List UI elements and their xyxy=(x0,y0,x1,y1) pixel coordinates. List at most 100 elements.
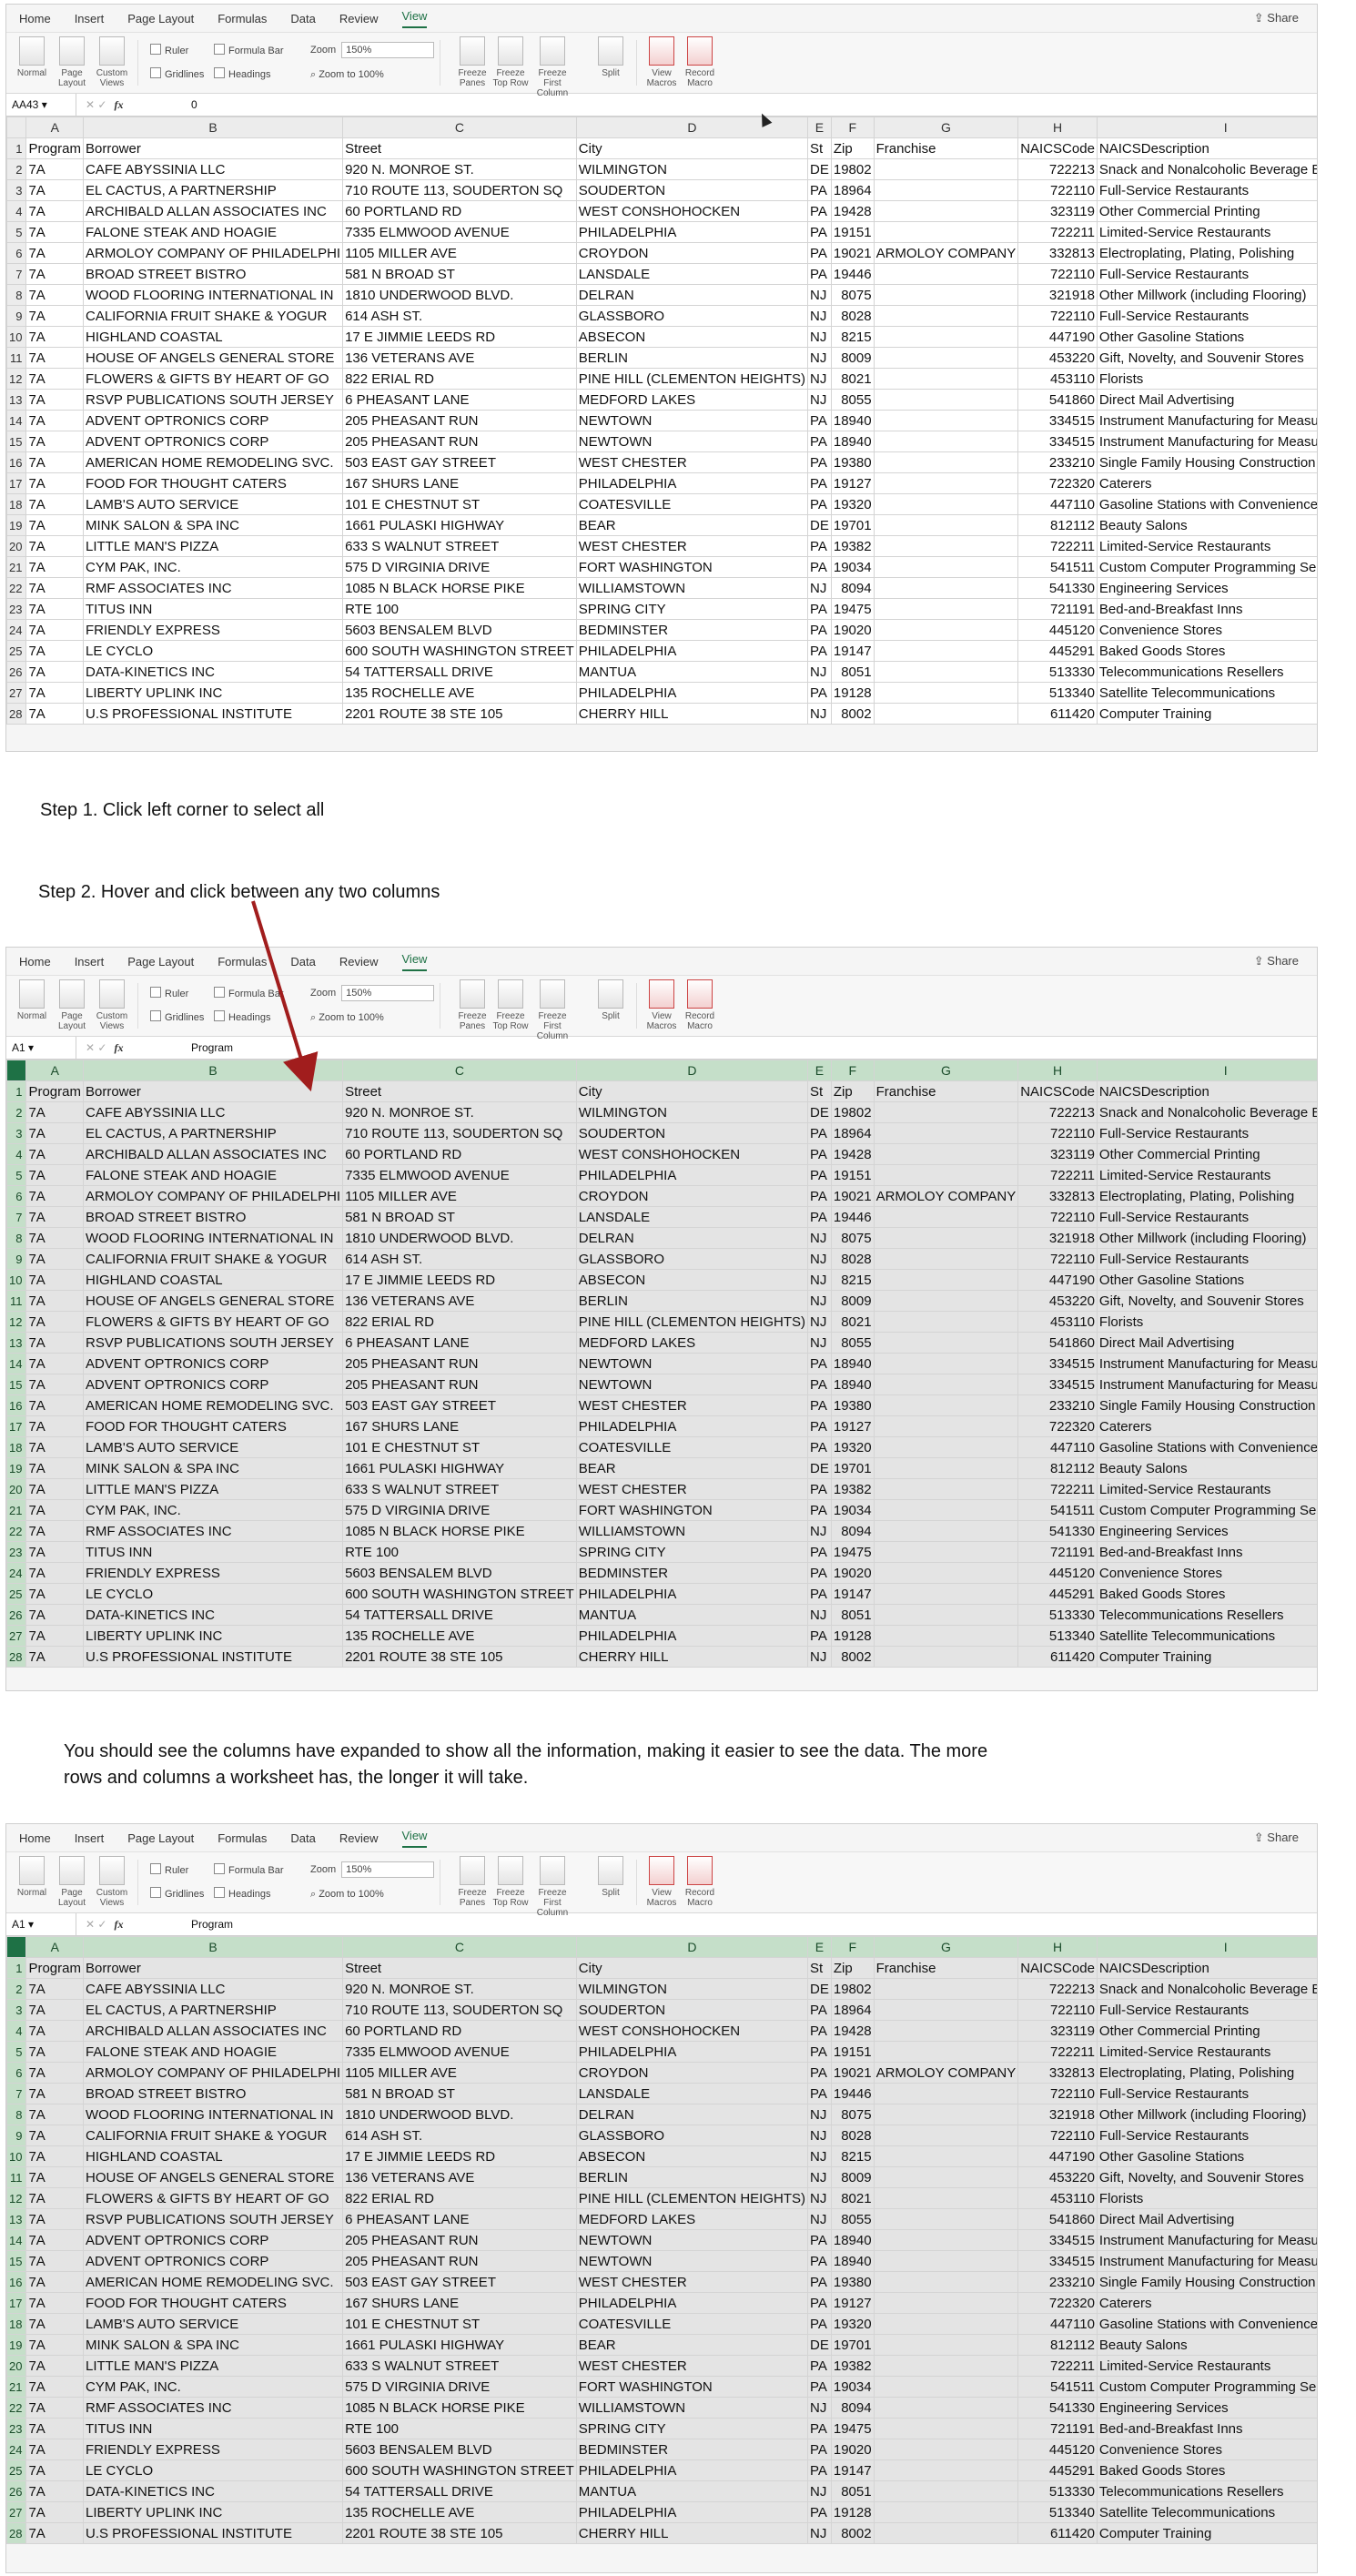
cell[interactable]: 19147 xyxy=(830,2459,875,2481)
cell[interactable]: FRIENDLY EXPRESS xyxy=(82,619,344,641)
cell[interactable]: NEWTOWN xyxy=(575,2250,809,2272)
cell[interactable]: WEST CHESTER xyxy=(575,1478,809,1500)
cell[interactable]: 19128 xyxy=(830,2501,875,2523)
cell[interactable]: Full-Service Restaurants xyxy=(1096,263,1317,285)
cell[interactable]: 513330 xyxy=(1017,2480,1098,2502)
cell[interactable]: FLOWERS & GIFTS BY HEART OF GO xyxy=(82,1311,344,1333)
cell[interactable]: 7A xyxy=(25,347,84,369)
cell[interactable]: CROYDON xyxy=(575,242,809,264)
cell[interactable]: RMF ASSOCIATES INC xyxy=(82,577,344,599)
cell[interactable]: NJ xyxy=(807,2145,832,2167)
cell[interactable]: COATESVILLE xyxy=(575,1436,809,1458)
row-header[interactable]: 10 xyxy=(6,1269,27,1291)
cell[interactable] xyxy=(873,2418,1019,2439)
cell[interactable]: 541330 xyxy=(1017,2397,1098,2419)
cell[interactable]: MANTUA xyxy=(575,661,809,683)
cell[interactable]: 8021 xyxy=(830,2187,875,2209)
row-header[interactable]: 12 xyxy=(6,1311,27,1333)
cell[interactable]: 7A xyxy=(25,2145,84,2167)
cell[interactable]: 7A xyxy=(25,1415,84,1437)
cell[interactable]: 722211 xyxy=(1017,1478,1098,1500)
column-header-e[interactable]: E xyxy=(807,117,832,138)
row-header[interactable]: 27 xyxy=(6,1625,27,1647)
cell[interactable]: Convenience Stores xyxy=(1096,2439,1317,2460)
cell[interactable]: 7A xyxy=(25,158,84,180)
formula-value[interactable]: Program xyxy=(186,1041,233,1054)
cell[interactable]: 447190 xyxy=(1017,2145,1098,2167)
cell[interactable]: DATA-KINETICS INC xyxy=(82,2480,344,2502)
cell[interactable]: 7A xyxy=(25,368,84,390)
row-header[interactable]: 24 xyxy=(6,619,27,641)
cell[interactable]: PA xyxy=(807,2292,832,2314)
cell[interactable]: PA xyxy=(807,598,832,620)
cell[interactable]: Engineering Services xyxy=(1096,1520,1317,1542)
row-header[interactable]: 3 xyxy=(6,1999,27,2021)
cell[interactable]: PA xyxy=(807,535,832,557)
cell[interactable]: Instrument Manufacturing for Measuring xyxy=(1096,2250,1317,2272)
cell[interactable]: 710 ROUTE 113, SOUDERTON SQ xyxy=(342,1999,577,2021)
row-header[interactable]: 20 xyxy=(6,535,27,557)
custom-views-button[interactable]: Custom Views xyxy=(92,33,132,88)
cell[interactable]: 7A xyxy=(25,2439,84,2460)
cell[interactable]: Full-Service Restaurants xyxy=(1096,179,1317,201)
page-layout-button[interactable]: Page Layout xyxy=(52,1852,92,1908)
cell[interactable]: Engineering Services xyxy=(1096,577,1317,599)
cell[interactable]: PA xyxy=(807,2271,832,2293)
cell[interactable]: DE xyxy=(807,158,832,180)
row-header[interactable]: 28 xyxy=(6,703,27,725)
cell[interactable]: NJ xyxy=(807,1520,832,1542)
cell[interactable]: NJ xyxy=(807,1290,832,1312)
cell[interactable]: MINK SALON & SPA INC xyxy=(82,2334,344,2356)
cell[interactable]: 7A xyxy=(25,1248,84,1270)
cell[interactable]: NJ xyxy=(807,703,832,725)
cell[interactable]: PA xyxy=(807,221,832,243)
cell[interactable]: LIBERTY UPLINK INC xyxy=(82,1625,344,1647)
cell[interactable]: ADVENT OPTRONICS CORP xyxy=(82,2250,344,2272)
cell[interactable]: NJ xyxy=(807,2104,832,2125)
cell[interactable]: DATA-KINETICS INC xyxy=(82,661,344,683)
gridlines-checkbox[interactable]: Gridlines xyxy=(150,1010,204,1023)
cell[interactable] xyxy=(873,1311,1019,1333)
cell[interactable]: 136 VETERANS AVE xyxy=(342,1290,577,1312)
cell[interactable]: 167 SHURS LANE xyxy=(342,472,577,494)
row-header[interactable]: 15 xyxy=(6,431,27,452)
cell[interactable]: FRIENDLY EXPRESS xyxy=(82,1562,344,1584)
cell[interactable]: PA xyxy=(807,1353,832,1374)
row-header[interactable]: 12 xyxy=(6,2187,27,2209)
cell[interactable]: PINE HILL (CLEMENTON HEIGHTS) xyxy=(575,368,809,390)
cell[interactable]: ARCHIBALD ALLAN ASSOCIATES INC xyxy=(82,2020,344,2042)
formula-value[interactable]: Program xyxy=(186,1918,233,1931)
cell[interactable]: ARCHIBALD ALLAN ASSOCIATES INC xyxy=(82,200,344,222)
cell[interactable]: Custom Computer Programming Services xyxy=(1096,2376,1317,2398)
cell[interactable] xyxy=(873,1625,1019,1647)
cell[interactable]: 447190 xyxy=(1017,326,1098,348)
row-header[interactable]: 1 xyxy=(6,137,27,159)
row-header[interactable]: 18 xyxy=(6,2313,27,2335)
cell[interactable]: 722110 xyxy=(1017,2125,1098,2146)
cell[interactable] xyxy=(873,1164,1019,1186)
cell[interactable]: 1105 MILLER AVE xyxy=(342,242,577,264)
cell[interactable]: 7A xyxy=(25,2271,84,2293)
cell[interactable]: 19021 xyxy=(830,1185,875,1207)
cell[interactable]: 1085 N BLACK HORSE PIKE xyxy=(342,1520,577,1542)
share-button[interactable]: ⇪ Share xyxy=(1254,954,1299,969)
cell[interactable]: SPRING CITY xyxy=(575,1541,809,1563)
cell[interactable]: Gift, Novelty, and Souvenir Stores xyxy=(1096,347,1317,369)
row-header[interactable]: 19 xyxy=(6,2334,27,2356)
cell[interactable]: 7A xyxy=(25,1206,84,1228)
cell[interactable]: 722110 xyxy=(1017,1206,1098,1228)
cell[interactable]: 7A xyxy=(25,1374,84,1395)
cell[interactable]: 323119 xyxy=(1017,1143,1098,1165)
headings-checkbox[interactable]: Headings xyxy=(214,1010,270,1023)
cell[interactable] xyxy=(873,2104,1019,2125)
cell[interactable]: 19128 xyxy=(830,682,875,704)
cell[interactable]: 6 PHEASANT LANE xyxy=(342,2208,577,2230)
row-header[interactable]: 8 xyxy=(6,1227,27,1249)
cell[interactable]: Full-Service Restaurants xyxy=(1096,2125,1317,2146)
formula-bar-checkbox[interactable]: Formula Bar xyxy=(214,1863,284,1876)
column-header-a[interactable]: A xyxy=(25,117,84,138)
cell[interactable]: NJ xyxy=(807,2125,832,2146)
cell[interactable]: 7A xyxy=(25,619,84,641)
cell[interactable]: Other Commercial Printing xyxy=(1096,2020,1317,2042)
cell[interactable]: NJ xyxy=(807,2187,832,2209)
